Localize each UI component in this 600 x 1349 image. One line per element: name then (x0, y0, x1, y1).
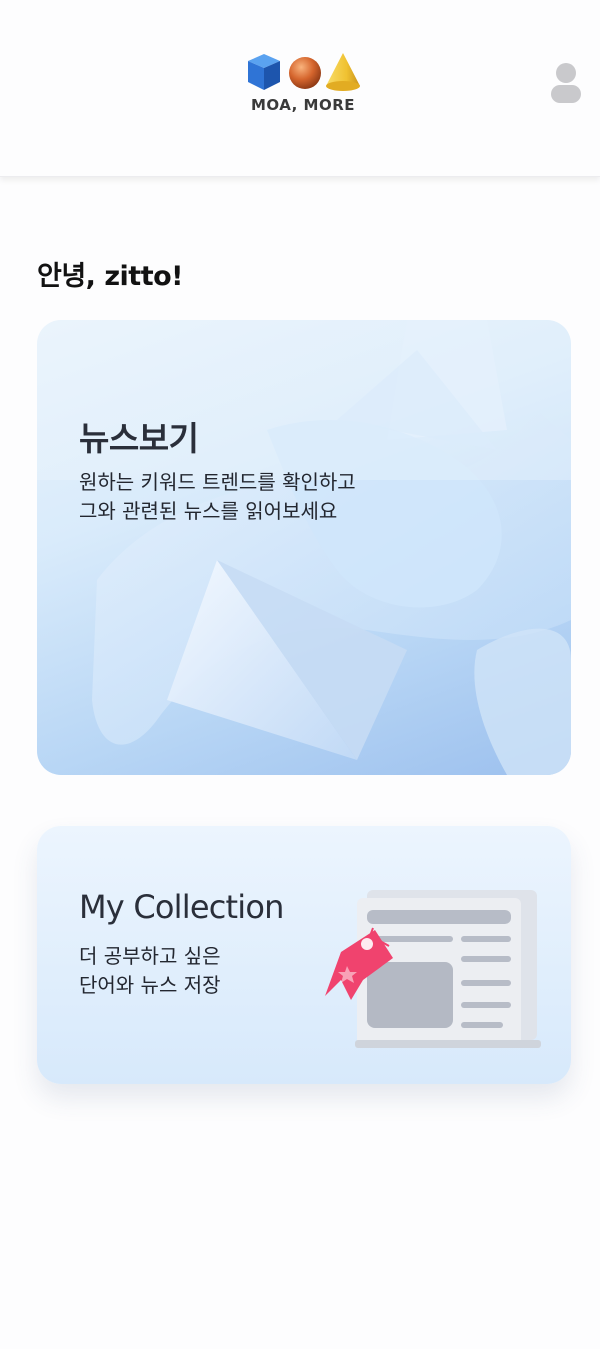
abstract-shapes-background (37, 320, 571, 775)
newspaper-illustration (325, 890, 541, 1048)
profile-button[interactable] (546, 60, 586, 104)
cone-icon (326, 53, 360, 91)
collection-card-desc-line: 더 공부하고 싶은 (79, 944, 221, 968)
logo-shapes (248, 53, 360, 91)
greeting-text: 안녕, zitto! (37, 261, 183, 292)
collection-card[interactable]: My Collection 더 공부하고 싶은 단어와 뉴스 저장 (37, 826, 571, 1084)
cube-icon (248, 54, 280, 90)
app-logo[interactable]: MOA, MORE (240, 52, 366, 118)
news-card-desc-line: 원하는 키워드 트렌드를 확인하고 (79, 470, 356, 494)
collection-card-description: 더 공부하고 싶은 단어와 뉴스 저장 (79, 942, 221, 1000)
logo-text: MOA, MORE (250, 96, 356, 114)
news-card-description: 원하는 키워드 트렌드를 확인하고 그와 관련된 뉴스를 읽어보세요 (79, 468, 356, 526)
news-card-title: 뉴스보기 (79, 419, 199, 458)
sphere-icon (289, 57, 321, 89)
newspaper-icon (355, 890, 541, 1048)
user-icon (551, 63, 581, 103)
app-header: MOA, MORE (0, 0, 600, 177)
collection-card-desc-line: 단어와 뉴스 저장 (79, 973, 221, 997)
news-card[interactable]: 뉴스보기 원하는 키워드 트렌드를 확인하고 그와 관련된 뉴스를 읽어보세요 (37, 320, 571, 775)
collection-card-title: My Collection (79, 888, 284, 926)
news-card-desc-line: 그와 관련된 뉴스를 읽어보세요 (79, 499, 338, 523)
